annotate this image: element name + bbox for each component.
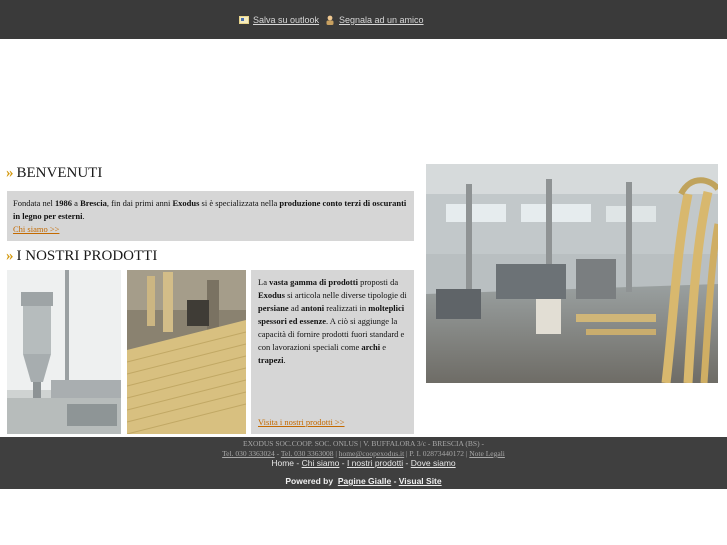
footer-tel2[interactable]: Tel. 030 3363008 — [281, 449, 334, 458]
double-chevron-icon: » — [6, 165, 14, 181]
footer-nav-products[interactable]: I nostri prodotti — [347, 458, 403, 468]
welcome-heading: » BENVENUTI — [6, 165, 102, 182]
pagine-gialle-link[interactable]: Pagine Gialle — [338, 476, 391, 486]
powered-prefix: Powered by — [285, 476, 334, 486]
products-heading: » I NOSTRI PRODOTTI — [6, 248, 157, 265]
legal-notes-link[interactable]: Note Legali — [469, 449, 505, 458]
silo-photo — [7, 270, 121, 434]
save-outlook-link[interactable]: Salva su outlook — [239, 15, 319, 25]
about-us-link[interactable]: Chi siamo >> — [13, 223, 408, 236]
footer: EXODUS SOC.COOP. SOC. ONLUS | V. BUFFALO… — [0, 437, 727, 489]
visit-products-link[interactable]: Visita i nostri prodotti >> — [258, 416, 345, 429]
welcome-box: Fondata nel 1986 a Brescia, fin dai prim… — [7, 191, 414, 241]
footer-vat: | P. I. 02873440172 | — [404, 449, 470, 458]
outlook-icon — [239, 16, 249, 24]
factory-photo — [426, 164, 718, 383]
footer-nav-home[interactable]: Home — [271, 458, 294, 468]
share-friend-link[interactable]: Segnala ad un amico — [325, 15, 424, 25]
footer-email[interactable]: home@coopexodus.it — [339, 449, 404, 458]
products-title: I NOSTRI PRODOTTI — [16, 248, 158, 264]
footer-nav: Home - Chi siamo - I nostri prodotti - D… — [271, 458, 456, 468]
footer-powered: Powered by Pagine Gialle - Visual Site — [285, 476, 442, 486]
footer-nav-where[interactable]: Dove siamo — [411, 458, 456, 468]
welcome-text: Fondata nel 1986 a Brescia, fin dai prim… — [13, 198, 407, 221]
footer-nav-about[interactable]: Chi siamo — [302, 458, 340, 468]
top-bar: Salva su outlook Segnala ad un amico — [0, 0, 727, 39]
person-icon — [326, 15, 334, 25]
planks-photo — [127, 270, 246, 434]
footer-contacts: Tel. 030 3363024 - Tel. 030 3363008 | ho… — [222, 449, 505, 458]
footer-tel1[interactable]: Tel. 030 3363024 — [222, 449, 275, 458]
products-box: La vasta gamma di prodotti proposti da E… — [251, 270, 414, 434]
footer-company: EXODUS SOC.COOP. SOC. ONLUS | V. BUFFALO… — [243, 439, 484, 448]
visual-site-link[interactable]: Visual Site — [399, 476, 442, 486]
double-chevron-icon: » — [6, 248, 14, 264]
welcome-title: BENVENUTI — [16, 165, 103, 181]
products-text: La vasta gamma di prodotti proposti da E… — [258, 277, 407, 365]
save-outlook-label: Salva su outlook — [253, 15, 320, 25]
share-friend-label: Segnala ad un amico — [339, 15, 424, 25]
